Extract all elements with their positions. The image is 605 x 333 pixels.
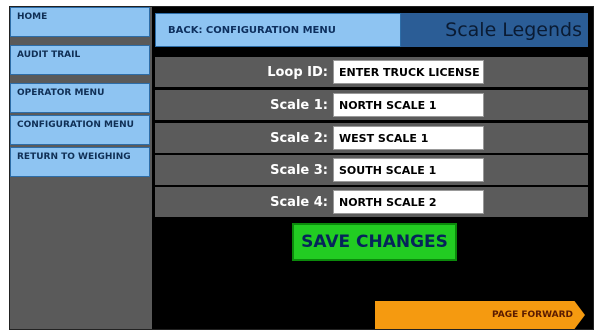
page-title: Scale Legends — [445, 19, 582, 41]
field-label: Loop ID: — [267, 65, 328, 80]
field-label: Scale 2: — [270, 131, 328, 146]
loop-id-field[interactable]: ENTER TRUCK LICENSE — [333, 60, 484, 84]
scale-4-field[interactable]: NORTH SCALE 2 — [333, 190, 484, 214]
form-row-loop-id: Loop ID: ENTER TRUCK LICENSE — [155, 57, 588, 87]
save-changes-button[interactable]: SAVE CHANGES — [292, 223, 457, 261]
field-label: Scale 4: — [270, 195, 328, 210]
app-frame: HOME AUDIT TRAIL OPERATOR MENU CONFIGURA… — [9, 6, 594, 330]
page-title-bar: Scale Legends — [401, 13, 588, 47]
back-button[interactable]: BACK: CONFIGURATION MENU — [155, 13, 401, 47]
scale-2-field[interactable]: WEST SCALE 1 — [333, 126, 484, 150]
page-forward-button[interactable]: PAGE FORWARD — [375, 301, 585, 329]
sidebar-item-audit-trail[interactable]: AUDIT TRAIL — [10, 45, 150, 75]
back-button-label: BACK: CONFIGURATION MENU — [168, 25, 336, 36]
sidebar-item-configuration-menu[interactable]: CONFIGURATION MENU — [10, 115, 150, 145]
sidebar-item-label: RETURN TO WEIGHING — [17, 152, 131, 162]
field-label: Scale 3: — [270, 163, 328, 178]
sidebar-item-operator-menu[interactable]: OPERATOR MENU — [10, 83, 150, 113]
form-row-scale-4: Scale 4: NORTH SCALE 2 — [155, 187, 588, 217]
field-label: Scale 1: — [270, 98, 328, 113]
sidebar-item-label: CONFIGURATION MENU — [17, 120, 134, 130]
main-panel: BACK: CONFIGURATION MENU Scale Legends L… — [153, 7, 593, 329]
sidebar-item-label: OPERATOR MENU — [17, 88, 105, 98]
form-row-scale-3: Scale 3: SOUTH SCALE 1 — [155, 155, 588, 185]
sidebar-item-label: AUDIT TRAIL — [17, 50, 81, 60]
scale-1-field[interactable]: NORTH SCALE 1 — [333, 93, 484, 117]
sidebar-item-return-to-weighing[interactable]: RETURN TO WEIGHING — [10, 147, 150, 177]
form-row-scale-1: Scale 1: NORTH SCALE 1 — [155, 90, 588, 120]
sidebar-item-label: HOME — [17, 12, 48, 22]
sidebar-item-home[interactable]: HOME — [10, 7, 150, 37]
sidebar: HOME AUDIT TRAIL OPERATOR MENU CONFIGURA… — [10, 7, 152, 329]
scale-3-field[interactable]: SOUTH SCALE 1 — [333, 158, 484, 182]
form-row-scale-2: Scale 2: WEST SCALE 1 — [155, 123, 588, 153]
